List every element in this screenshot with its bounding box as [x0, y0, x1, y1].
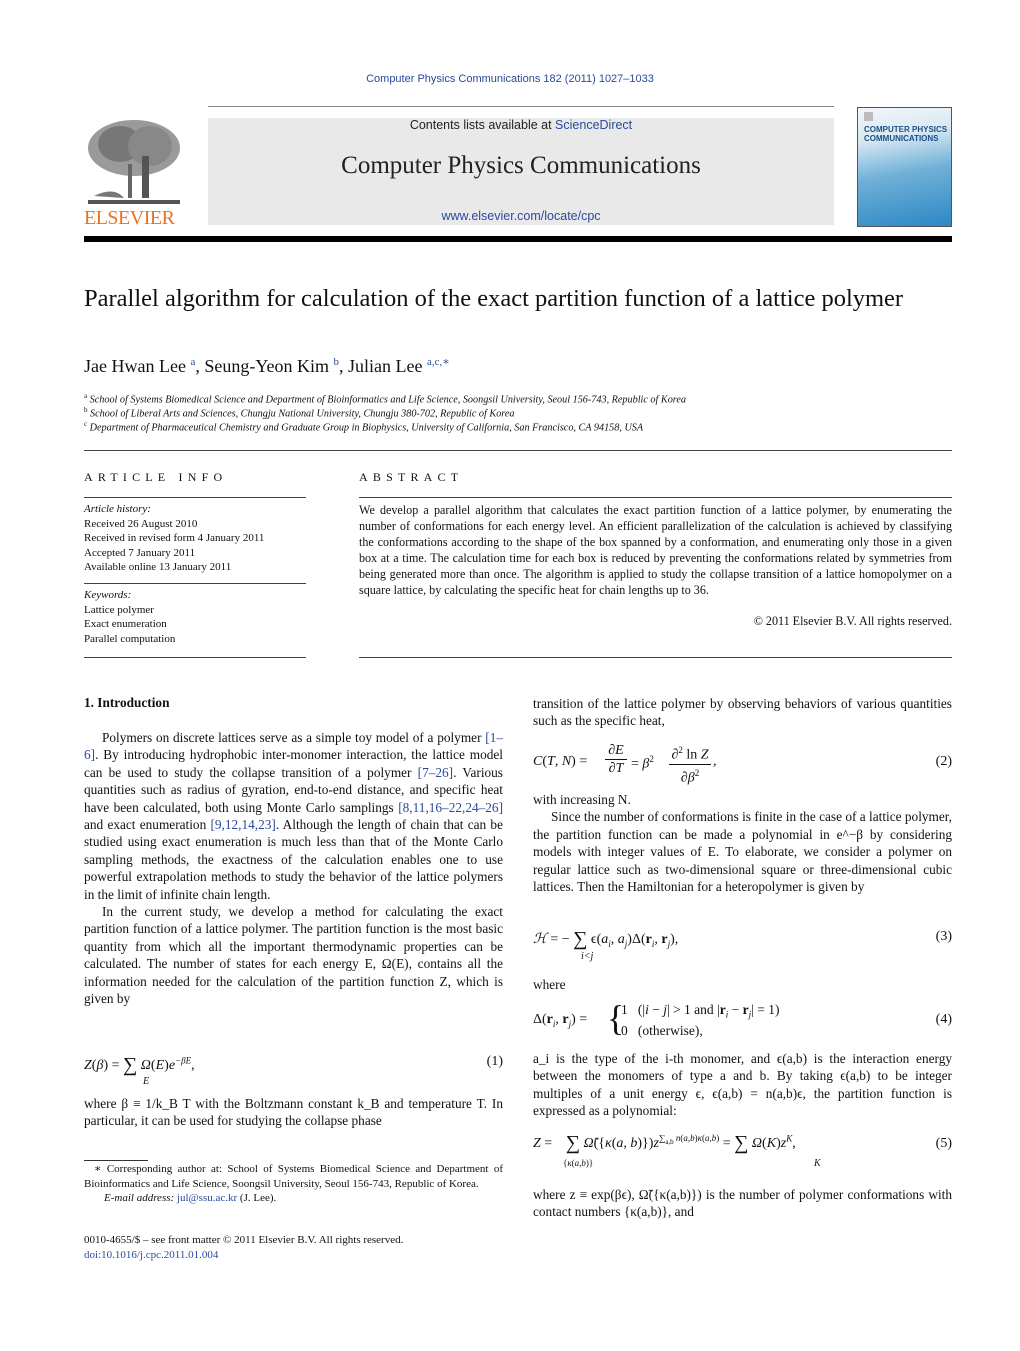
affiliation-a: a School of Systems Biomedical Science a… — [84, 392, 686, 405]
affil-key: b — [84, 406, 88, 414]
cover-title-line1: COMPUTER PHYSICS — [864, 125, 948, 134]
author-name[interactable]: Seung-Yeon Kim — [204, 356, 329, 376]
right-paragraph-4: a_i is the type of the i-th monomer, and… — [533, 1050, 952, 1120]
journal-citation[interactable]: Computer Physics Communications 182 (201… — [0, 73, 1020, 85]
cover-title-line2: COMMUNICATIONS — [864, 134, 939, 143]
text: Corresponding author at: School of Syste… — [84, 1163, 503, 1190]
equation-number: (1) — [486, 1054, 503, 1069]
text: with increasing N. — [533, 792, 631, 807]
equation-number: (3) — [935, 929, 952, 944]
contents-prefix: Contents lists available at — [409, 118, 556, 132]
author-affil-sup[interactable]: a,c,∗ — [427, 356, 450, 368]
equation-1: Z(β) = ∑ E Ω(E)e−βE, (1) — [84, 1054, 503, 1087]
intro-paragraph-2: In the current study, we develop a metho… — [84, 904, 503, 1007]
text: where — [533, 977, 566, 992]
equation-5: Z = ∑ {κ(a,b)} Ω̃({κ(a, b)})z∑a,b n(a,b)κ… — [533, 1132, 952, 1169]
author-name[interactable]: Jae Hwan Lee — [84, 356, 186, 376]
reference-link[interactable]: [7–26] — [418, 765, 453, 780]
history-label: Article history: — [84, 503, 151, 515]
author-affil-sup[interactable]: a — [190, 356, 195, 368]
author-name[interactable]: Julian Lee — [348, 356, 422, 376]
author-list: Jae Hwan Lee a, Seung-Yeon Kim b, Julian… — [84, 356, 450, 376]
reference-link[interactable]: [8,11,16–22,24–26] — [398, 800, 503, 815]
text: transition of the lattice polymer by obs… — [533, 696, 952, 729]
journal-cover-image[interactable]: COMPUTER PHYSICS COMMUNICATIONS — [857, 107, 952, 227]
email-label: E-mail address: — [104, 1192, 175, 1204]
equation-number: (4) — [935, 1012, 952, 1027]
right-paragraph-2: with increasing N. Since the number of c… — [533, 791, 952, 895]
journal-url-link[interactable]: www.elsevier.com/locate/cpc — [208, 209, 834, 223]
affiliation-b: b School of Liberal Arts and Sciences, C… — [84, 406, 515, 419]
affil-text: School of Systems Biomedical Science and… — [89, 394, 686, 406]
divider — [359, 657, 952, 658]
divider — [84, 497, 306, 498]
equation-2: C(T, N) = ∂E ∂T = β2 ∂2 ln Z ∂β2 , (2) — [533, 743, 952, 786]
abstract-copyright: © 2011 Elsevier B.V. All rights reserved… — [753, 614, 952, 628]
article-title: Parallel algorithm for calculation of th… — [84, 285, 904, 312]
history-item: Accepted 7 January 2011 — [84, 546, 196, 559]
email-link[interactable]: jul@ssu.ac.kr — [177, 1192, 237, 1204]
affil-text: Department of Pharmaceutical Chemistry a… — [89, 422, 644, 434]
footnote-rule — [84, 1160, 148, 1161]
tree-icon — [88, 120, 180, 204]
cover-title: COMPUTER PHYSICS COMMUNICATIONS — [864, 125, 947, 143]
keyword: Lattice polymer — [84, 603, 154, 616]
email-suffix: (J. Lee). — [239, 1192, 277, 1204]
right-paragraph-1: transition of the lattice polymer by obs… — [533, 695, 952, 730]
contents-line: Contents lists available at ScienceDirec… — [208, 118, 834, 132]
abstract-heading: ABSTRACT — [359, 470, 464, 484]
text: Since the number of conformations is fin… — [533, 809, 952, 895]
abstract-text: We develop a parallel algorithm that cal… — [359, 503, 952, 597]
keywords: Keywords: Lattice polymer Exact enumerat… — [84, 588, 175, 646]
text: and exact enumeration — [84, 817, 211, 833]
keyword: Parallel computation — [84, 632, 176, 645]
author-affil-sup[interactable]: b — [334, 356, 340, 368]
history-item: Received 26 August 2010 — [84, 517, 198, 530]
front-matter: 0010-4655/$ – see front matter © 2011 El… — [84, 1233, 503, 1262]
journal-name: Computer Physics Communications — [341, 152, 701, 179]
text: where z ≡ exp(βϵ), Ω̃({κ(a,b)}) is the n… — [533, 1187, 952, 1220]
intro-paragraph-3: where β ≡ 1/k_B T with the Boltzmann con… — [84, 1095, 503, 1130]
text: Polymers on discrete lattices serve as a… — [102, 730, 486, 745]
section-heading-introduction: 1. Introduction — [84, 695, 170, 710]
divider — [84, 450, 952, 451]
asterisk-icon: ∗ — [94, 1163, 107, 1175]
sciencedirect-link[interactable]: ScienceDirect — [555, 118, 632, 132]
reference-link[interactable]: [9,12,14,23] — [210, 817, 275, 832]
article-info-heading: ARTICLE INFO — [84, 470, 228, 484]
equation-number: (5) — [935, 1136, 952, 1151]
keyword: Exact enumeration — [84, 618, 167, 630]
header-rule — [208, 106, 834, 107]
equation-3: ℋ = − ∑ i<j ϵ(ai, aj)Δ(ri, rj), (3) — [533, 928, 952, 962]
issn-line: 0010-4655/$ – see front matter © 2011 El… — [84, 1234, 404, 1246]
text: where β ≡ 1/k_B T with the Boltzmann con… — [84, 1096, 503, 1129]
header-thick-rule — [84, 236, 952, 242]
right-where: where — [533, 976, 952, 993]
history-item: Received in revised form 4 January 2011 — [84, 532, 265, 544]
doi-link[interactable]: doi:10.1016/j.cpc.2011.01.004 — [84, 1249, 218, 1261]
right-paragraph-5: where z ≡ exp(βϵ), Ω̃({κ(a,b)}) is the n… — [533, 1186, 952, 1221]
equation-number: (2) — [935, 754, 952, 769]
cover-logo-icon — [864, 112, 873, 121]
affiliation-c: c Department of Pharmaceutical Chemistry… — [84, 420, 643, 433]
divider — [84, 657, 306, 658]
history-item: Available online 13 January 2011 — [84, 561, 232, 573]
intro-paragraph-1: Polymers on discrete lattices serve as a… — [84, 729, 503, 1008]
corresponding-author-footnote: ∗ Corresponding author at: School of Sys… — [84, 1162, 503, 1206]
affil-key: c — [84, 420, 88, 428]
equation-4: Δ(ri, rj) = { 1 (|i − j| > 1 and |ri − r… — [533, 998, 952, 1038]
elsevier-wordmark: ELSEVIER — [84, 207, 175, 229]
divider — [84, 583, 306, 584]
affil-key: a — [84, 392, 88, 400]
divider — [359, 497, 952, 498]
text: a_i is the type of the i-th monomer, and… — [533, 1051, 952, 1119]
affil-text: School of Liberal Arts and Sciences, Chu… — [90, 408, 515, 420]
keywords-label: Keywords: — [84, 589, 132, 601]
article-history: Article history: Received 26 August 2010… — [84, 502, 264, 575]
